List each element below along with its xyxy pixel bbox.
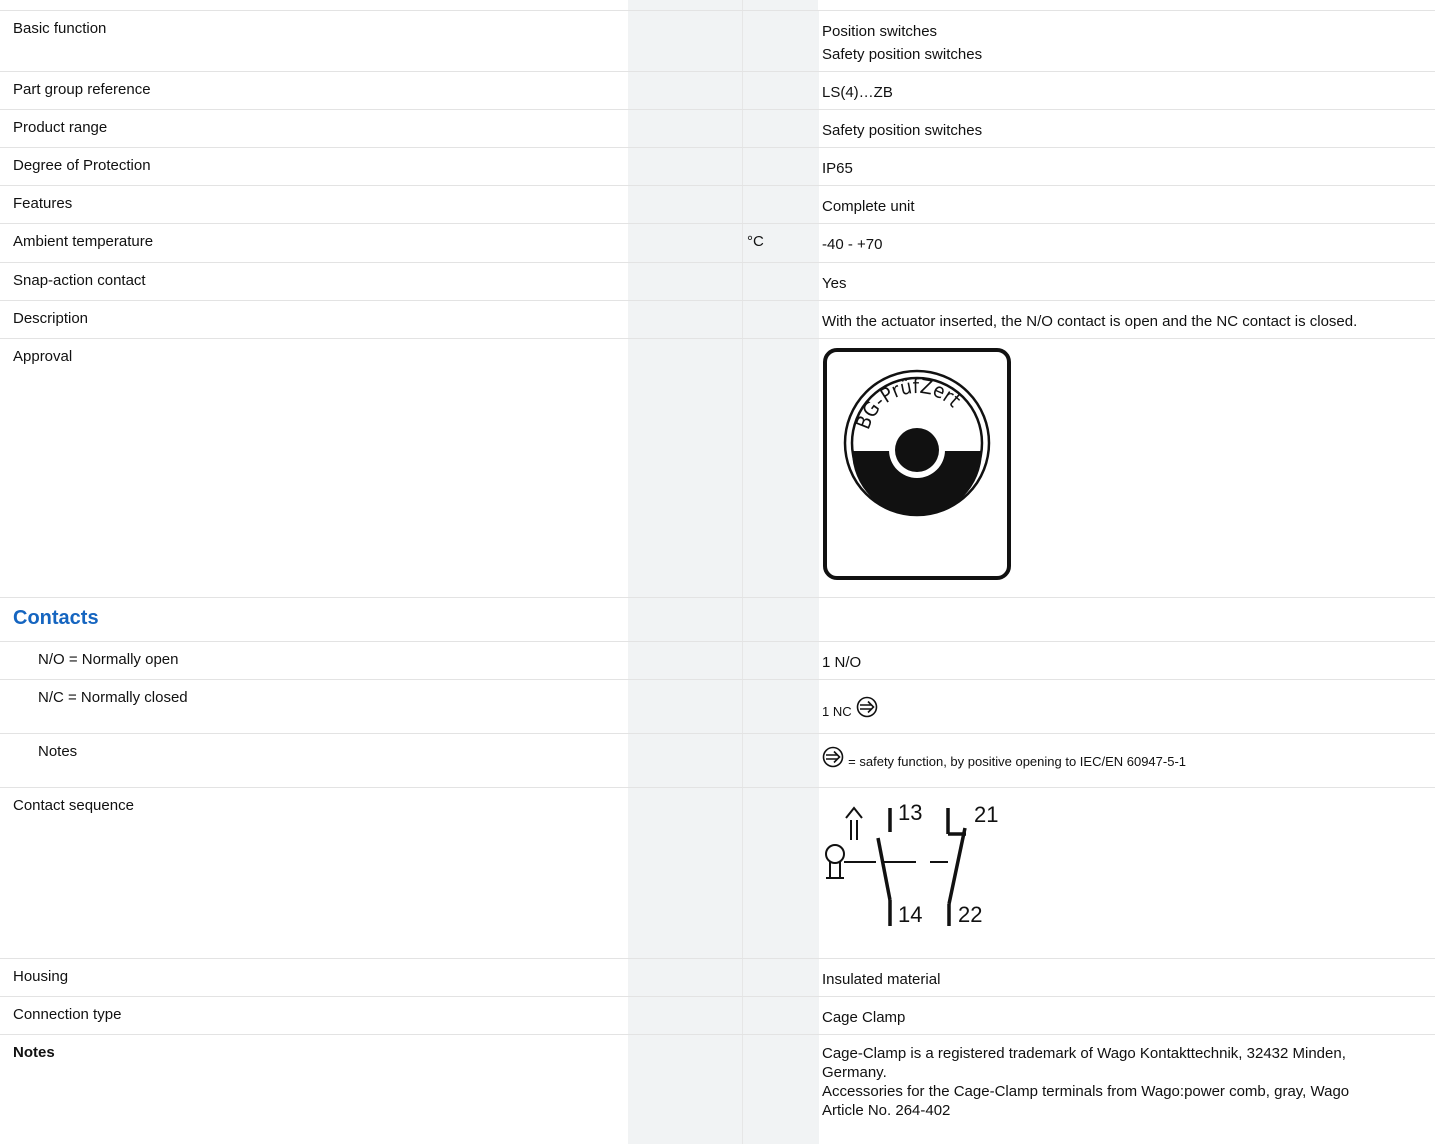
positive-opening-icon: [856, 696, 878, 718]
row-part-group-reference: Part group reference LS(4)…ZB: [0, 71, 1435, 109]
row-value: Insulated material: [822, 971, 941, 988]
row-label: N/O = Normally open: [38, 651, 179, 668]
section-contacts: Contacts: [0, 597, 1435, 641]
row-value: LS(4)…ZB: [822, 84, 893, 101]
row-label: Housing: [13, 968, 69, 985]
row-label: Approval: [13, 348, 73, 365]
row-label: Description: [13, 310, 89, 327]
row-value: Position switches Safety position switch…: [822, 23, 983, 63]
row-value: Safety position switches: [822, 122, 983, 139]
section-title: Contacts: [13, 607, 99, 629]
row-description: Description With the actuator inserted, …: [0, 300, 1435, 338]
row-degree-of-protection: Degree of Protection IP65: [0, 147, 1435, 185]
row-ambient-temperature: Ambient temperature °C -40 - +70: [0, 223, 1435, 262]
row-value: -40 - +70: [822, 236, 883, 253]
contact-sequence-diagram: 13 14 21 22: [825, 800, 998, 927]
row-value: 1 NC: [822, 696, 1429, 723]
row-label: Basic function: [13, 20, 107, 37]
row-label: Notes: [38, 743, 78, 760]
terminal-label: 21: [974, 802, 998, 827]
terminal-label: 22: [958, 902, 982, 927]
row-label: Contact sequence: [13, 797, 134, 814]
row-approval: Approval BG-PrüfZert: [0, 338, 1435, 597]
row-label: Snap-action contact: [13, 272, 146, 289]
row-snap-action-contact: Snap-action contact Yes: [0, 262, 1435, 300]
row-value: Complete unit: [822, 198, 915, 215]
row-value: Cage-Clamp is a registered trademark of …: [822, 1045, 1350, 1119]
spec-sheet: Basic function Position switches Safety …: [0, 0, 1435, 1144]
row-notes: Notes Cage-Clamp is a registered tradema…: [0, 1034, 1435, 1144]
row-basic-function: Basic function Position switches Safety …: [0, 10, 1435, 71]
positive-opening-icon: [822, 746, 844, 768]
terminal-label: 14: [898, 902, 922, 927]
row-value: Yes: [822, 275, 847, 292]
row-contact-notes: Notes = safety function, by positive ope…: [0, 733, 1435, 787]
row-value: With the actuator inserted, the N/O cont…: [822, 313, 1358, 330]
row-no-normally-open: N/O = Normally open 1 N/O: [0, 641, 1435, 679]
row-label: Degree of Protection: [13, 157, 151, 174]
row-label: Features: [13, 195, 73, 212]
top-cut-header: [0, 0, 1435, 10]
row-connection-type: Connection type Cage Clamp: [0, 996, 1435, 1034]
row-value: = safety function, by positive opening t…: [822, 746, 1429, 773]
row-contact-sequence: Contact sequence 13 14 21 22: [0, 787, 1435, 958]
row-label: Notes: [13, 1044, 55, 1061]
terminal-label: 13: [898, 800, 922, 825]
row-label: Connection type: [13, 1006, 122, 1023]
row-label: N/C = Normally closed: [38, 689, 188, 706]
row-label: Part group reference: [13, 81, 151, 98]
row-unit: °C: [747, 233, 764, 250]
row-nc-normally-closed: N/C = Normally closed 1 NC: [0, 679, 1435, 733]
row-features: Features Complete unit: [0, 185, 1435, 223]
bg-pruefzert-approval-logo: BG-PrüfZert: [823, 348, 1011, 580]
row-product-range: Product range Safety position switches: [0, 109, 1435, 147]
row-housing: Housing Insulated material: [0, 958, 1435, 996]
row-label: Product range: [13, 119, 108, 136]
row-value: IP65: [822, 160, 853, 177]
row-value: 1 N/O: [822, 654, 862, 671]
row-label: Ambient temperature: [13, 233, 154, 250]
row-value: Cage Clamp: [822, 1009, 906, 1026]
